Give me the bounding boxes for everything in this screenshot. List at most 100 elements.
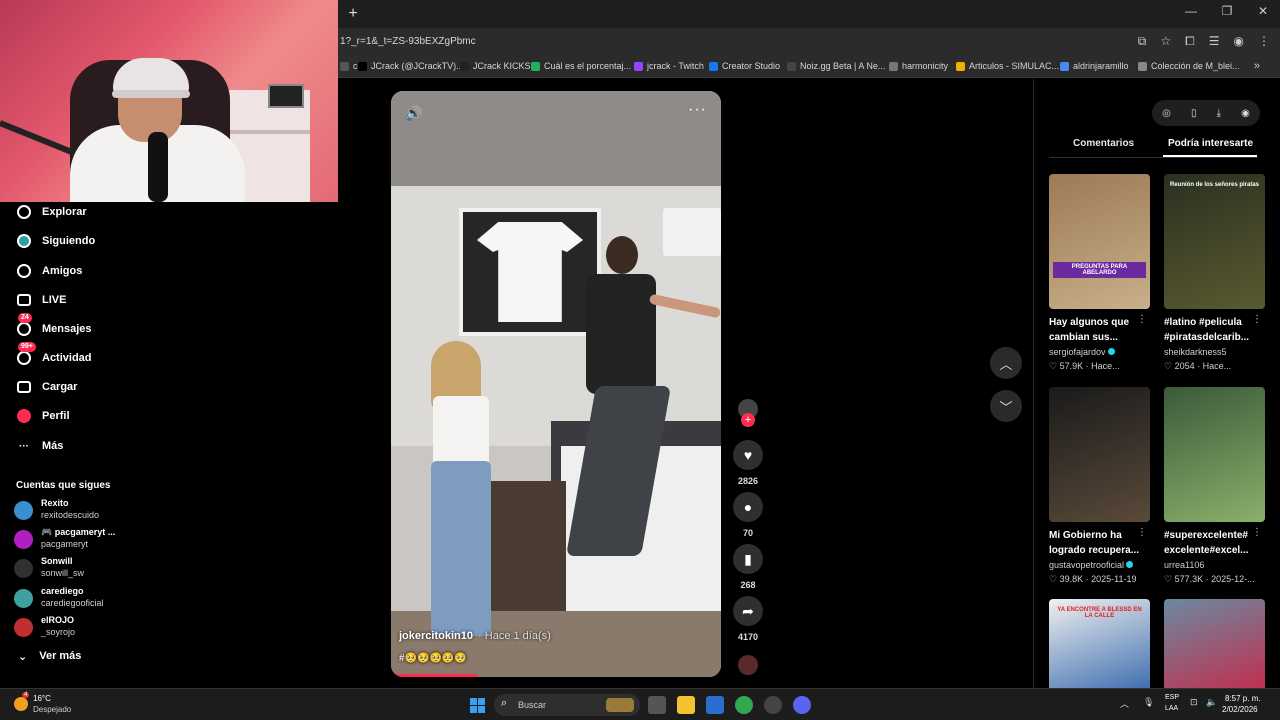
video-player[interactable]: 🔊 ··· jokercitokin10 · Hace 1 día(s) #🥺🥺… xyxy=(391,91,721,677)
weather-icon[interactable] xyxy=(14,697,28,711)
bookmark-star-icon[interactable]: ☆ xyxy=(1160,34,1171,49)
save-button[interactable]: ▮ xyxy=(733,544,763,574)
following-account[interactable]: carediego carediegooficial xyxy=(14,586,154,612)
like-button[interactable]: ♥ xyxy=(733,440,763,470)
sidebar-item-actividad[interactable]: 99+ Actividad xyxy=(16,342,92,368)
card-menu-icon[interactable]: ⋮ xyxy=(1252,527,1262,538)
bookmark-item[interactable]: Creator Studio xyxy=(709,61,780,71)
clock-date[interactable]: 2/02/2026 xyxy=(1222,705,1258,714)
following-account[interactable]: 🎮 pacgameryt ... pacgameryt xyxy=(14,527,154,553)
bookmark-item[interactable]: harmonicity xyxy=(889,61,948,71)
extensions-icon[interactable]: ⧠ xyxy=(1185,34,1195,49)
card-user[interactable]: sergiofajardov xyxy=(1049,347,1115,357)
following-account[interactable]: Sonwill sonwill_sw xyxy=(14,556,154,582)
more-options-icon[interactable]: ··· xyxy=(688,101,707,119)
profile-avatar-icon[interactable]: ◉ xyxy=(1241,108,1250,119)
language-code[interactable]: ESP xyxy=(1165,694,1179,701)
card-title[interactable]: #superexcelente# excelente#excel... xyxy=(1164,528,1256,558)
mail-icon[interactable] xyxy=(706,696,724,714)
following-account[interactable]: Rexito rexitodescuido xyxy=(14,498,154,524)
card-title[interactable]: Mi Gobierno ha logrado recupera... xyxy=(1049,528,1141,558)
following-account[interactable]: elROJO _soyrojo xyxy=(14,615,154,641)
card-user[interactable]: sheikdarkness5 xyxy=(1164,347,1227,357)
comment-button[interactable]: ● xyxy=(733,492,763,522)
card-menu-icon[interactable]: ⋮ xyxy=(1252,314,1262,325)
bookmark-item[interactable]: JCrack KICKS xyxy=(460,61,531,71)
chrome-icon[interactable] xyxy=(735,696,753,714)
bookmark-item[interactable]: Colección de M_blei... xyxy=(1138,61,1240,71)
bookmark-favicon-icon xyxy=(531,61,540,71)
bookmark-item[interactable]: jcrack - Twitch xyxy=(634,61,704,71)
bookmark-item[interactable]: Noiz.gg Beta | A Ne... xyxy=(787,61,885,71)
task-view-icon[interactable] xyxy=(648,696,666,714)
tab-recommended[interactable]: Podría interesarte xyxy=(1168,138,1253,149)
taskbar-search[interactable]: ⌕ Buscar xyxy=(494,694,640,716)
share-button[interactable]: ➦ xyxy=(733,596,763,626)
card-title[interactable]: #latino #pelicula #piratasdelcarib... xyxy=(1164,315,1256,345)
recommended-video-card[interactable]: #superexcelente# excelente#excel... ⋮ urre… xyxy=(1164,387,1265,584)
bookmark-item[interactable]: JCrack (@JCrackTV)... xyxy=(358,61,464,71)
card-user[interactable]: urrea1106 xyxy=(1164,560,1204,570)
next-video-button[interactable]: ﹀ xyxy=(990,390,1022,422)
start-button[interactable] xyxy=(470,698,485,713)
video-thumbnail[interactable] xyxy=(1049,387,1150,522)
recommended-video-card[interactable]: PREGUNTAS PARA ABELARDO Hay algunos que c… xyxy=(1049,174,1150,371)
sidebar-item-cargar[interactable]: Cargar xyxy=(16,377,77,397)
obs-icon[interactable] xyxy=(764,696,782,714)
recommended-video-card[interactable]: Reunión de los señores piratas #latino #p… xyxy=(1164,174,1265,371)
tray-chevron-up-icon[interactable]: ︿ xyxy=(1120,697,1129,710)
microphone-icon[interactable]: 🎙 xyxy=(1143,697,1154,708)
sidebar-item-mensajes[interactable]: 24 Mensajes xyxy=(16,313,92,339)
reading-list-icon[interactable]: ☰ xyxy=(1209,34,1220,49)
compass-icon[interactable]: ◎ xyxy=(1162,108,1171,119)
sidebar-item-amigos[interactable]: Amigos xyxy=(16,261,82,281)
video-thumbnail[interactable]: Reunión de los señores piratas xyxy=(1164,174,1265,309)
card-user[interactable]: gustavopetrooficial xyxy=(1049,560,1134,570)
video-progress-bar[interactable] xyxy=(391,674,477,677)
recommended-video-card[interactable] xyxy=(1164,599,1265,688)
previous-video-button[interactable]: ︿ xyxy=(990,347,1022,379)
sidebar-item-ms[interactable]: ··· Más xyxy=(16,436,63,456)
cast-icon[interactable]: ⧉ xyxy=(1138,34,1147,49)
see-more-button[interactable]: ⌄ Ver más xyxy=(18,650,81,663)
clock-time[interactable]: 8:57 p. m. xyxy=(1225,694,1261,703)
video-thumbnail[interactable] xyxy=(1164,599,1265,688)
card-menu-icon[interactable]: ⋮ xyxy=(1137,527,1147,538)
sidebar-item-live[interactable]: LIVE xyxy=(16,290,66,310)
bookmarks-more-icon[interactable]: » xyxy=(1254,60,1260,72)
keyboard-layout[interactable]: LAA xyxy=(1165,705,1178,712)
card-title[interactable]: Hay algunos que cambian sus... xyxy=(1049,315,1141,345)
follow-plus-icon[interactable]: + xyxy=(741,413,755,427)
browser-menu-icon[interactable]: ⋮ xyxy=(1258,34,1270,49)
phone-icon[interactable]: ▯ xyxy=(1191,108,1197,119)
video-hashtags[interactable]: #🥺🥺🥺🥺🥺 xyxy=(399,653,467,664)
file-explorer-icon[interactable] xyxy=(677,696,695,714)
video-author[interactable]: jokercitokin10 · Hace 1 día(s) xyxy=(399,630,551,642)
bookmark-item[interactable]: Articulos - SIMULAC... xyxy=(956,61,1059,71)
video-thumbnail[interactable]: PREGUNTAS PARA ABELARDO xyxy=(1049,174,1150,309)
discord-icon[interactable] xyxy=(793,696,811,714)
video-thumbnail[interactable] xyxy=(1164,387,1265,522)
network-icon[interactable]: ⊡ xyxy=(1190,697,1198,708)
volume-icon[interactable]: 🔈 xyxy=(1206,697,1217,708)
url-field[interactable]: 1?_r=1&_t=ZS-93bEXZgPbmc xyxy=(340,36,476,47)
restore-icon[interactable]: ❐ xyxy=(1220,4,1234,18)
author-name[interactable]: jokercitokin10 xyxy=(399,630,473,642)
volume-icon[interactable]: 🔊 xyxy=(405,105,422,122)
download-icon[interactable]: ⤓ xyxy=(1217,108,1221,119)
video-thumbnail[interactable]: YA ENCONTRE A BLESSD EN LA CALLE xyxy=(1049,599,1150,688)
bookmark-item[interactable]: Cuál es el porcentaj... xyxy=(531,61,631,71)
sidebar-item-siguiendo[interactable]: Siguiendo xyxy=(16,231,95,251)
card-menu-icon[interactable]: ⋮ xyxy=(1137,314,1147,325)
bookmark-item[interactable]: aldrinjaramillo xyxy=(1060,61,1129,71)
new-tab-button[interactable]: + xyxy=(344,5,362,23)
tab-comments[interactable]: Comentarios xyxy=(1073,138,1134,149)
music-disc-avatar[interactable] xyxy=(738,655,758,675)
minimize-icon[interactable]: — xyxy=(1184,4,1198,18)
recommended-video-card[interactable]: YA ENCONTRE A BLESSD EN LA CALLE xyxy=(1049,599,1150,688)
profile-icon[interactable]: ◉ xyxy=(1234,34,1244,49)
recommended-video-card[interactable]: Mi Gobierno ha logrado recupera... ⋮ gusta… xyxy=(1049,387,1150,584)
sidebar-item-perfil[interactable]: Perfil xyxy=(16,406,70,426)
sidebar-item-explorar[interactable]: Explorar xyxy=(16,202,87,222)
close-icon[interactable]: ✕ xyxy=(1256,4,1270,18)
